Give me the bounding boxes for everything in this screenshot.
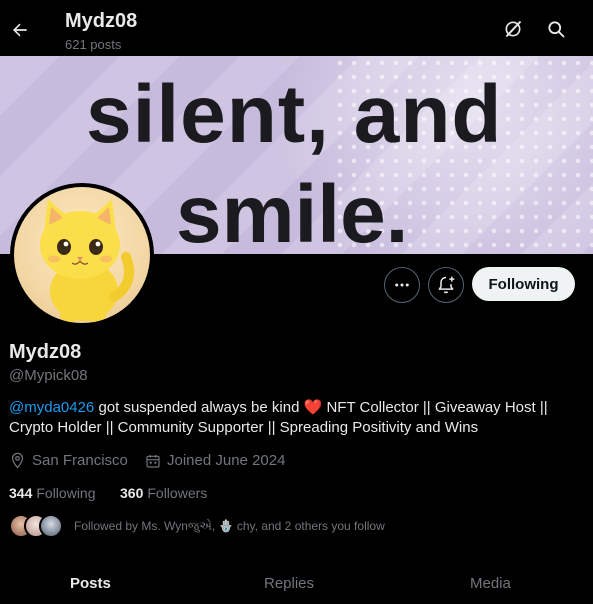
- top-bar: Mydz08 621 posts: [0, 0, 593, 56]
- profile-name: Mydz08: [9, 341, 82, 363]
- bio-text-1: got suspended always be kind: [94, 399, 304, 416]
- avatar[interactable]: [10, 183, 154, 327]
- following-button[interactable]: Following: [472, 267, 575, 301]
- location: San Francisco: [9, 452, 128, 469]
- join-date: Joined June 2024: [145, 452, 285, 469]
- following-count-link[interactable]: 344 Following: [9, 485, 96, 501]
- followers-count-link[interactable]: 360 Followers: [120, 485, 207, 501]
- following-label: Following: [36, 485, 96, 501]
- page-title: Mydz08: [65, 10, 138, 32]
- notifications-button[interactable]: [428, 267, 464, 303]
- grok-button[interactable]: [502, 18, 524, 40]
- cat-avatar-image: [40, 199, 134, 322]
- followers-count: 360: [120, 485, 144, 501]
- location-text: San Francisco: [32, 452, 128, 469]
- banner-text-line1: silent, and: [86, 69, 503, 160]
- followed-by[interactable]: Followed by Ms. Wynજુએ, 🪬 chy, and 2 oth…: [9, 514, 385, 538]
- bell-plus-icon: [438, 276, 455, 294]
- bio-mention-link[interactable]: @myda0426: [9, 399, 94, 416]
- follower-avatar: [39, 514, 63, 538]
- profile-bio: @myda0426 got suspended always be kind ❤…: [9, 398, 579, 438]
- grok-icon: [505, 20, 522, 38]
- tab-media[interactable]: Media: [470, 575, 511, 592]
- more-button[interactable]: [384, 267, 420, 303]
- heart-emoji: ❤️: [303, 399, 323, 416]
- tab-replies[interactable]: Replies: [264, 575, 314, 592]
- back-button[interactable]: [8, 13, 32, 47]
- location-pin-icon: [11, 452, 24, 469]
- followed-by-text: Followed by Ms. Wynજુએ, 🪬 chy, and 2 oth…: [74, 518, 385, 533]
- following-count: 344: [9, 485, 33, 501]
- search-icon: [548, 21, 565, 38]
- arrow-left-icon: [13, 23, 27, 37]
- banner-text-line2: smile.: [176, 169, 409, 255]
- followers-label: Followers: [147, 485, 208, 501]
- tab-posts[interactable]: Posts: [70, 575, 111, 592]
- post-count: 621 posts: [65, 37, 122, 52]
- search-button[interactable]: [545, 18, 567, 40]
- more-icon: [395, 283, 409, 287]
- profile-handle: @Mypick08: [9, 367, 88, 384]
- joined-text: Joined June 2024: [167, 452, 286, 469]
- calendar-icon: [146, 454, 160, 468]
